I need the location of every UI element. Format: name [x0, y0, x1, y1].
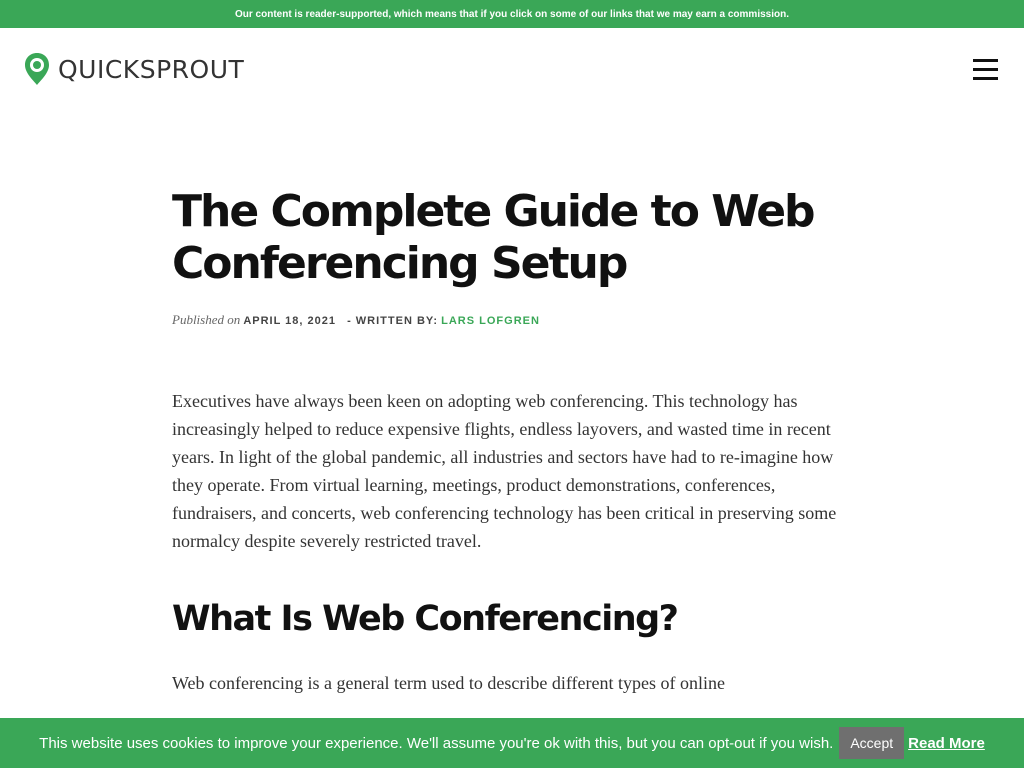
section-paragraph: Web conferencing is a general term used …: [172, 673, 726, 693]
written-by-label: - WRITTEN BY:: [347, 315, 439, 327]
author-link[interactable]: LARS LOFGREN: [441, 315, 540, 327]
section-heading: What Is Web Conferencing?: [172, 599, 679, 639]
accept-cookies-button[interactable]: Accept: [839, 727, 905, 759]
cookie-consent-bar: This website uses cookies to improve you…: [0, 718, 1024, 768]
banner-text: Our content is reader-supported, which m…: [234, 8, 789, 20]
site-logo[interactable]: QUICKSPROUT: [24, 52, 244, 86]
cookie-message: This website uses cookies to improve you…: [39, 734, 834, 752]
published-label: Published on: [172, 312, 241, 327]
intro-paragraph: Executives have always been keen on adop…: [172, 391, 837, 551]
hamburger-menu-icon[interactable]: [973, 59, 998, 81]
article: The Complete Guide to Web Conferencing S…: [172, 186, 852, 697]
page-title: The Complete Guide to Web Conferencing S…: [172, 186, 816, 289]
publish-date: APRIL 18, 2021: [243, 315, 336, 327]
affiliate-disclosure-banner: Our content is reader-supported, which m…: [0, 0, 1024, 28]
read-more-link[interactable]: Read More: [908, 735, 985, 752]
site-header: QUICKSPROUT: [0, 28, 1024, 112]
logo-wordmark: QUICKSPROUT: [58, 54, 245, 84]
location-pin-icon: [25, 53, 49, 85]
article-meta: Published on APRIL 18, 2021 - WRITTEN BY…: [172, 312, 852, 328]
